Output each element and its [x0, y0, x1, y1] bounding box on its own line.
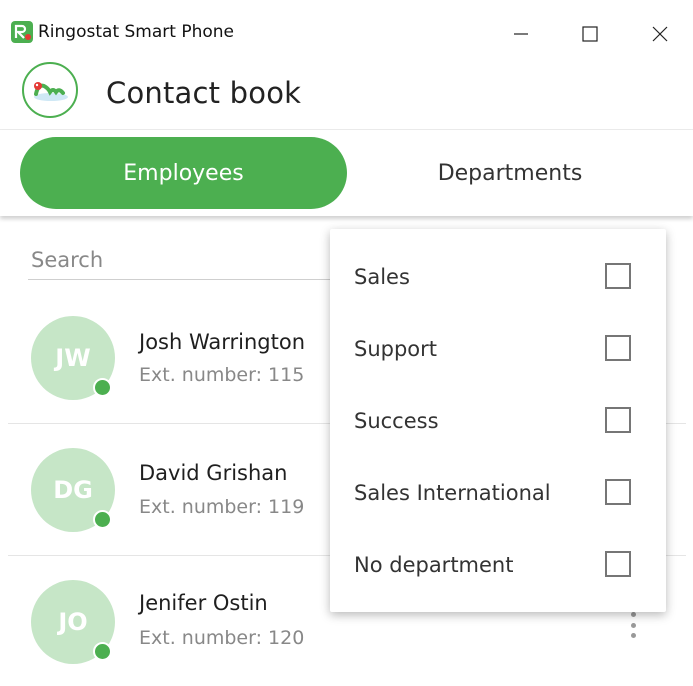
department-filter-menu: Sales Support Success Sales Internationa… [330, 229, 666, 612]
contact-name: Josh Warrington [139, 330, 306, 354]
department-option-no-department[interactable]: No department [330, 531, 666, 603]
department-option-sales[interactable]: Sales [330, 243, 666, 315]
department-option-label: No department [354, 553, 514, 577]
contact-ext: Ext. number: 115 [139, 364, 305, 386]
contact-name: Jenifer Ostin [139, 591, 268, 615]
department-option-success[interactable]: Success [330, 387, 666, 459]
department-option-label: Sales [354, 265, 410, 289]
contact-name: David Grishan [139, 461, 288, 485]
maximize-icon [582, 26, 598, 42]
close-icon [652, 26, 668, 42]
department-option-sales-international[interactable]: Sales International [330, 459, 666, 531]
checkbox[interactable] [605, 479, 631, 505]
more-options-icon[interactable] [624, 612, 642, 638]
department-option-label: Support [354, 337, 438, 361]
tab-employees[interactable]: Employees [20, 137, 347, 209]
tab-departments[interactable]: Departments [360, 137, 660, 209]
contact-ext: Ext. number: 119 [139, 496, 305, 518]
contact-ext: Ext. number: 120 [139, 627, 305, 649]
online-status-icon [93, 378, 112, 397]
online-status-icon [93, 642, 112, 661]
checkbox[interactable] [605, 551, 631, 577]
department-option-label: Sales International [354, 481, 551, 505]
checkbox[interactable] [605, 335, 631, 361]
department-option-support[interactable]: Support [330, 315, 666, 387]
minimize-icon [514, 33, 528, 35]
ringostat-logo-icon [11, 21, 33, 43]
header [0, 60, 693, 128]
checkbox[interactable] [605, 407, 631, 433]
search-input[interactable] [28, 244, 338, 280]
minimize-button[interactable] [498, 14, 544, 54]
window-title: Ringostat Smart Phone [38, 22, 234, 42]
close-button[interactable] [637, 14, 683, 54]
maximize-button[interactable] [567, 14, 613, 54]
online-status-icon [93, 510, 112, 529]
department-option-label: Success [354, 409, 439, 433]
page-title: Contact book [106, 76, 302, 110]
checkbox[interactable] [605, 263, 631, 289]
ringostat-mascot-logo [22, 62, 78, 118]
